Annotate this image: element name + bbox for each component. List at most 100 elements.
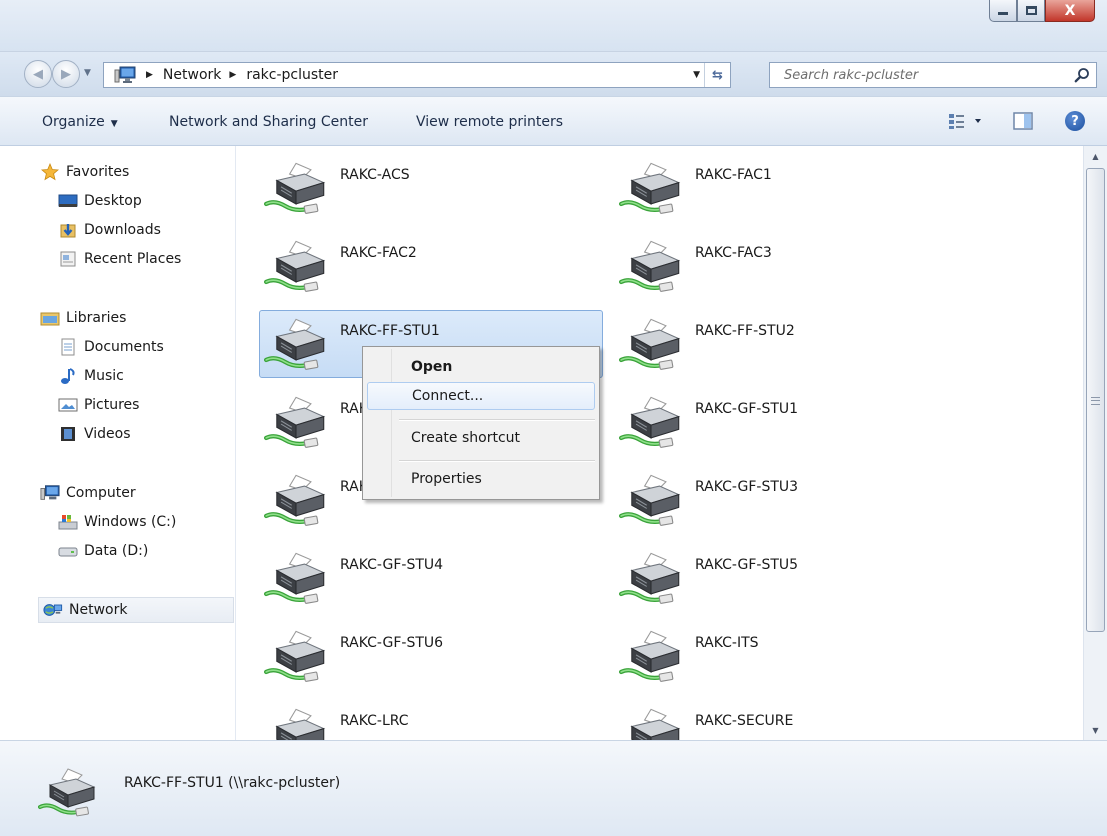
back-button[interactable]: ◀: [24, 60, 52, 88]
printer-item[interactable]: RAKC-GF-STU3: [614, 466, 958, 534]
printer-item[interactable]: RAKC-GF-STU6: [259, 622, 603, 690]
selected-item-name: RAKC-FF-STU1 (\\rakc-pcluster): [124, 775, 341, 791]
breadcrumb-separator-icon[interactable]: ▶: [146, 70, 153, 80]
maximize-button[interactable]: [1017, 0, 1045, 22]
printer-item[interactable]: RAKC-LRC: [259, 700, 603, 740]
sidebar-item-computer[interactable]: Computer: [40, 480, 136, 506]
printer-icon: [619, 707, 683, 740]
printer-icon: [38, 767, 98, 823]
back-arrow-icon: ◀: [33, 66, 43, 82]
refresh-icon: ⇆: [712, 67, 723, 83]
grip-icon: [1091, 397, 1100, 405]
menu-item-create-shortcut[interactable]: Create shortcut: [367, 424, 595, 452]
recent-pages-dropdown[interactable]: ▼: [84, 68, 91, 78]
menu-item-properties[interactable]: Properties: [367, 465, 595, 493]
title-bar: X: [0, 0, 1107, 52]
maximize-icon: [1025, 6, 1037, 15]
preview-pane-button[interactable]: [1012, 111, 1034, 135]
vertical-scrollbar[interactable]: ▲ ▼: [1083, 146, 1107, 740]
printer-icon: [619, 239, 683, 299]
printer-label: RAKC-FAC3: [695, 245, 772, 261]
organize-label: Organize: [42, 114, 105, 130]
sidebar-item-libraries[interactable]: Libraries: [40, 305, 126, 331]
network-sharing-center-button[interactable]: Network and Sharing Center: [169, 114, 368, 130]
printer-item[interactable]: RAKC-GF-STU5: [614, 544, 958, 612]
address-dropdown-icon[interactable]: ▼: [693, 70, 700, 80]
network-icon: [43, 601, 63, 619]
change-view-button[interactable]: [947, 111, 987, 135]
address-bar[interactable]: ▶ Network ▶ rakc-pcluster ▼ ⇆: [103, 62, 731, 88]
printer-label: RAKC-ACS: [340, 167, 410, 183]
printer-label: RAKC-FAC1: [695, 167, 772, 183]
printer-icon: [619, 473, 683, 533]
videos-icon: [58, 425, 78, 443]
sidebar-item-desktop[interactable]: Desktop: [58, 188, 142, 214]
breadcrumb-rakc-pcluster[interactable]: rakc-pcluster: [246, 67, 338, 83]
sidebar-item-data-d[interactable]: Data (D:): [58, 538, 148, 564]
refresh-button[interactable]: ⇆: [704, 63, 730, 87]
sidebar-item-music[interactable]: Music: [58, 363, 124, 389]
scroll-up-button[interactable]: ▲: [1084, 146, 1107, 166]
sidebar-item-windows-c[interactable]: Windows (C:): [58, 509, 176, 535]
sidebar-item-favorites[interactable]: Favorites: [40, 159, 129, 185]
music-icon: [58, 367, 78, 385]
close-button[interactable]: X: [1045, 0, 1095, 22]
printer-item[interactable]: RAKC-GF-STU1: [614, 388, 958, 456]
recent-places-icon: [58, 250, 78, 268]
breadcrumb-separator-icon[interactable]: ▶: [229, 70, 236, 80]
sidebar-item-videos[interactable]: Videos: [58, 421, 131, 447]
sidebar-item-downloads[interactable]: Downloads: [58, 217, 161, 243]
forward-button[interactable]: ▶: [52, 60, 80, 88]
sidebar-item-network[interactable]: Network: [38, 597, 234, 623]
help-icon: ?: [1065, 111, 1085, 131]
view-remote-printers-button[interactable]: View remote printers: [416, 114, 563, 130]
printer-item[interactable]: RAKC-ACS: [259, 154, 603, 222]
search-icon[interactable]: [1074, 67, 1090, 87]
printer-item[interactable]: RAKC-FAC2: [259, 232, 603, 300]
navigation-bar: ◀ ▶ ▼ ▶ Network ▶ rakc-pcluster ▼ ⇆: [0, 52, 1107, 96]
printer-label: RAKC-FAC2: [340, 245, 417, 261]
details-pane: RAKC-FF-STU1 (\\rakc-pcluster): [0, 740, 1107, 836]
sidebar-item-pictures[interactable]: Pictures: [58, 392, 139, 418]
menu-separator: [399, 419, 595, 421]
scroll-thumb[interactable]: [1086, 168, 1105, 632]
printer-item[interactable]: RAKC-GF-STU4: [259, 544, 603, 612]
chevron-down-icon: ▼: [110, 119, 118, 129]
view-options-icon: [949, 114, 981, 129]
help-button[interactable]: ?: [1065, 111, 1085, 131]
breadcrumb-network[interactable]: Network: [163, 67, 221, 83]
printer-item[interactable]: RAKC-FAC3: [614, 232, 958, 300]
search-input[interactable]: [784, 67, 1054, 83]
printer-item[interactable]: RAKC-SECURE: [614, 700, 958, 740]
pictures-icon: [58, 396, 78, 414]
navigation-pane: Favorites Desktop Downloads Recent Place…: [0, 146, 236, 740]
preview-pane-icon: [1013, 112, 1033, 130]
printer-label: RAKC-GF-STU1: [695, 401, 799, 417]
printer-item[interactable]: RAKC-FAC1: [614, 154, 958, 222]
menu-item-open[interactable]: Open: [367, 353, 595, 381]
menu-separator: [399, 460, 595, 462]
printer-icon: [264, 317, 328, 377]
scroll-down-button[interactable]: ▼: [1084, 720, 1107, 740]
printer-item[interactable]: RAKC-FF-STU2: [614, 310, 958, 378]
network-location-icon: [112, 63, 138, 87]
computer-icon: [40, 484, 60, 502]
printer-icon: [619, 551, 683, 611]
printer-icon: [264, 629, 328, 689]
printer-label: RAKC-FF-STU2: [695, 323, 795, 339]
printer-icon: [264, 161, 328, 221]
printer-item[interactable]: RAKC-ITS: [614, 622, 958, 690]
desktop-icon: [58, 192, 78, 210]
minimize-button[interactable]: [989, 0, 1017, 22]
organize-button[interactable]: Organize ▼: [42, 114, 118, 130]
printer-label: RAKC-GF-STU4: [340, 557, 444, 573]
search-box[interactable]: [769, 62, 1097, 88]
context-menu: Open Connect... Create shortcut Properti…: [362, 346, 600, 500]
printer-label: RAKC-GF-STU6: [340, 635, 444, 651]
sidebar-item-label: Libraries: [66, 310, 127, 326]
menu-item-connect[interactable]: Connect...: [367, 382, 595, 410]
command-bar: Organize ▼ Network and Sharing Center Vie…: [0, 96, 1107, 146]
sidebar-item-recent-places[interactable]: Recent Places: [58, 246, 181, 272]
sidebar-item-label: Desktop: [84, 193, 142, 209]
sidebar-item-documents[interactable]: Documents: [58, 334, 164, 360]
